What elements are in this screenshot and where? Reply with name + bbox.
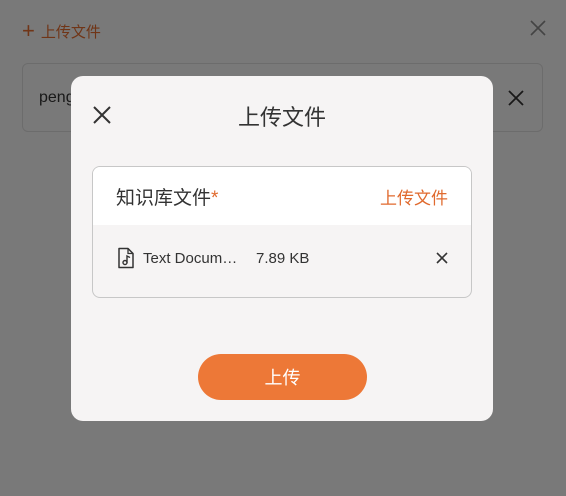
required-mark: * xyxy=(211,187,219,209)
knowledge-file-label: 知识库文件* xyxy=(116,187,219,209)
upload-button[interactable]: 上传 xyxy=(198,354,367,400)
file-size: 7.89 KB xyxy=(256,249,310,267)
remove-file-icon[interactable] xyxy=(435,251,449,265)
knowledge-file-card: 知识库文件* 上传文件 Text Docum… 7.89 KB xyxy=(92,166,472,298)
card-header: 知识库文件* 上传文件 xyxy=(93,167,471,225)
file-item: Text Docum… 7.89 KB xyxy=(117,247,449,269)
music-file-icon xyxy=(118,247,134,269)
upload-file-link[interactable]: 上传文件 xyxy=(380,184,448,209)
dialog-title: 上传文件 xyxy=(237,105,326,130)
file-name: Text Docum… xyxy=(143,249,238,267)
upload-dialog: 上传文件 知识库文件* 上传文件 Text Docum… 7.89 KB 上传 xyxy=(71,76,493,421)
